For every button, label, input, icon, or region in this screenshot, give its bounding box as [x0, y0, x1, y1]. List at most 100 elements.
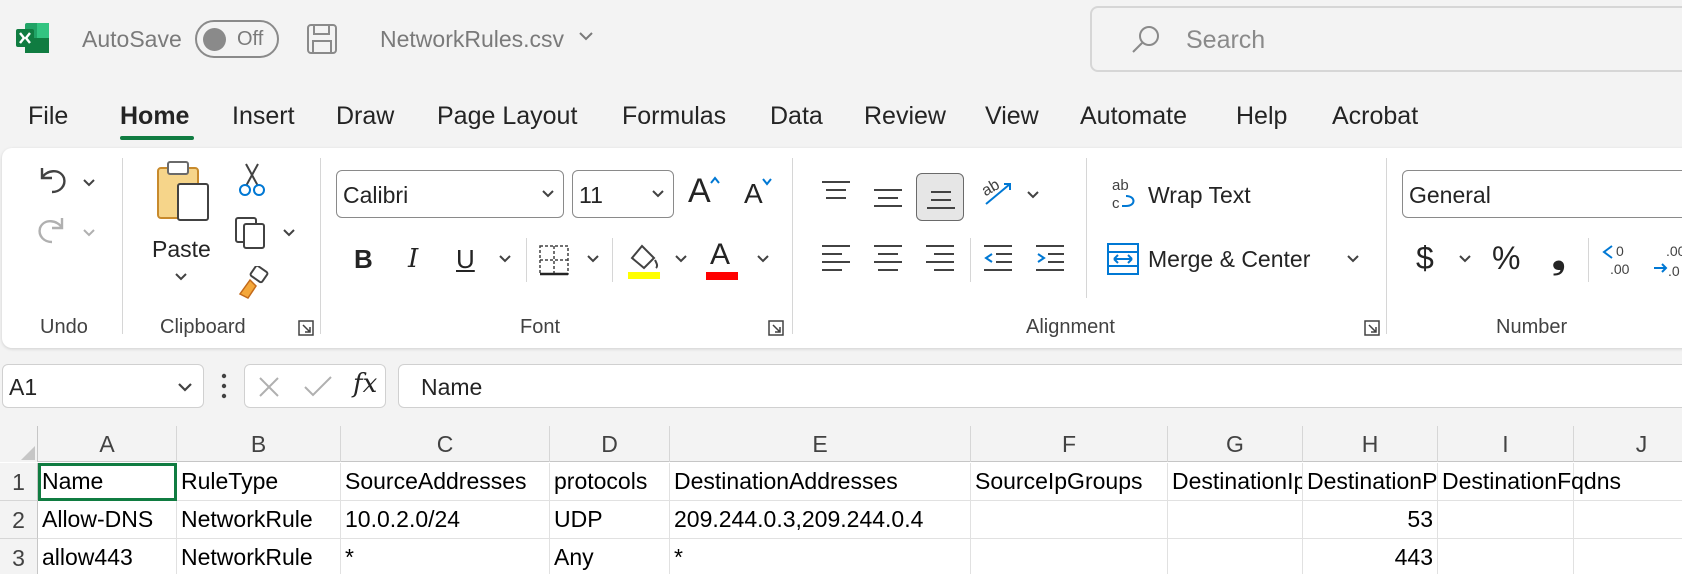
tab-file[interactable]: File: [28, 102, 68, 131]
cell-i2[interactable]: [1438, 501, 1574, 539]
cell-h2[interactable]: 53: [1303, 501, 1438, 539]
redo-icon[interactable]: [34, 212, 70, 248]
currency-dropdown-icon[interactable]: [1458, 254, 1472, 264]
cell-f2[interactable]: [971, 501, 1168, 539]
copy-dropdown-icon[interactable]: [282, 228, 296, 238]
comma-style-icon[interactable]: ❟: [1552, 238, 1565, 277]
cell-b1[interactable]: RuleType: [177, 463, 341, 501]
cell-d3[interactable]: Any: [550, 539, 670, 574]
column-header-e[interactable]: E: [670, 426, 971, 462]
cell-g1[interactable]: DestinationIpGroups: [1168, 463, 1303, 501]
tab-view[interactable]: View: [985, 102, 1039, 131]
tab-help[interactable]: Help: [1236, 102, 1287, 131]
align-right-icon[interactable]: [924, 244, 956, 272]
save-icon[interactable]: [305, 22, 339, 56]
align-bottom-button[interactable]: [916, 173, 964, 221]
decrease-indent-icon[interactable]: [982, 244, 1014, 272]
font-size-combo[interactable]: 11: [572, 170, 674, 218]
percent-icon[interactable]: %: [1492, 240, 1520, 277]
column-header-g[interactable]: G: [1168, 426, 1303, 462]
cell-f3[interactable]: [971, 539, 1168, 574]
number-format-combo[interactable]: General: [1402, 170, 1682, 218]
paste-icon[interactable]: [154, 158, 212, 222]
column-header-d[interactable]: D: [550, 426, 670, 462]
column-header-a[interactable]: A: [38, 426, 177, 462]
orientation-icon[interactable]: ab: [980, 174, 1016, 210]
underline-button[interactable]: U: [456, 244, 475, 275]
currency-icon[interactable]: $: [1416, 240, 1434, 277]
cell-j3[interactable]: [1574, 539, 1682, 574]
cell-g2[interactable]: [1168, 501, 1303, 539]
paste-dropdown-icon[interactable]: [174, 272, 188, 282]
orientation-dropdown-icon[interactable]: [1026, 190, 1040, 200]
cell-c2[interactable]: 10.0.2.0/24: [341, 501, 550, 539]
cell-g3[interactable]: [1168, 539, 1303, 574]
insert-function-icon[interactable]: fx: [353, 369, 377, 399]
font-color-icon[interactable]: A: [710, 238, 730, 272]
cell-c1[interactable]: SourceAddresses: [341, 463, 550, 501]
copy-icon[interactable]: [234, 216, 270, 250]
align-top-icon[interactable]: [820, 180, 852, 204]
undo-icon[interactable]: [34, 162, 70, 198]
excel-logo-icon[interactable]: [16, 22, 50, 54]
cell-d1[interactable]: protocols: [550, 463, 670, 501]
cell-c3[interactable]: *: [341, 539, 550, 574]
cell-i1[interactable]: DestinationFqdns: [1438, 463, 1621, 501]
tab-review[interactable]: Review: [864, 102, 946, 131]
tab-home[interactable]: Home: [120, 102, 189, 131]
cell-h3[interactable]: 443: [1303, 539, 1438, 574]
select-all-corner[interactable]: [0, 426, 38, 462]
tab-acrobat[interactable]: Acrobat: [1332, 102, 1418, 131]
file-name[interactable]: NetworkRules.csv: [380, 26, 564, 53]
tab-insert[interactable]: Insert: [232, 102, 295, 131]
merge-center-dropdown-icon[interactable]: [1346, 254, 1360, 264]
tab-automate[interactable]: Automate: [1080, 102, 1187, 131]
paste-label[interactable]: Paste: [152, 236, 211, 263]
name-box[interactable]: A1: [2, 364, 204, 408]
cell-e3[interactable]: *: [670, 539, 971, 574]
underline-dropdown-icon[interactable]: [498, 254, 512, 264]
search-box[interactable]: Search: [1090, 6, 1682, 72]
merge-center-icon[interactable]: [1106, 242, 1140, 276]
fill-color-icon[interactable]: [626, 240, 662, 280]
increase-decimal-icon[interactable]: 0 .00: [1600, 240, 1636, 280]
row-header-3[interactable]: 3: [0, 539, 38, 574]
row-header-1[interactable]: 1: [0, 463, 38, 501]
cell-i3[interactable]: [1438, 539, 1574, 574]
column-header-j[interactable]: J: [1574, 426, 1682, 462]
font-launcher-icon[interactable]: [768, 320, 784, 336]
column-header-i[interactable]: I: [1438, 426, 1574, 462]
tab-formulas[interactable]: Formulas: [622, 102, 726, 131]
row-header-2[interactable]: 2: [0, 501, 38, 539]
cell-b2[interactable]: NetworkRule: [177, 501, 341, 539]
format-painter-icon[interactable]: [236, 266, 270, 300]
cancel-entry-icon[interactable]: [257, 375, 281, 399]
chevron-down-icon[interactable]: [578, 30, 594, 42]
cell-e1[interactable]: DestinationAddresses: [670, 463, 971, 501]
borders-icon[interactable]: [538, 244, 570, 276]
formula-input[interactable]: Name: [398, 364, 1682, 408]
cell-e2[interactable]: 209.244.0.3,209.244.0.4: [670, 501, 971, 539]
tab-page-layout[interactable]: Page Layout: [437, 102, 577, 131]
column-header-h[interactable]: H: [1303, 426, 1438, 462]
tab-draw[interactable]: Draw: [336, 102, 394, 131]
increase-indent-icon[interactable]: [1034, 244, 1066, 272]
wrap-text-icon[interactable]: ab c: [1110, 176, 1142, 212]
cell-h1[interactable]: DestinationPorts: [1303, 463, 1438, 501]
autosave-toggle[interactable]: Off: [195, 20, 279, 58]
italic-button[interactable]: I: [408, 244, 418, 274]
cell-j2[interactable]: [1574, 501, 1682, 539]
column-header-f[interactable]: F: [971, 426, 1168, 462]
borders-dropdown-icon[interactable]: [586, 254, 600, 264]
undo-dropdown-icon[interactable]: [82, 178, 96, 188]
cell-a2[interactable]: Allow-DNS: [38, 501, 177, 539]
decrease-decimal-icon[interactable]: .00 .0: [1652, 240, 1682, 280]
cut-icon[interactable]: [238, 162, 266, 198]
bold-button[interactable]: B: [354, 244, 373, 275]
more-options-icon[interactable]: [220, 372, 228, 400]
fill-color-dropdown-icon[interactable]: [674, 254, 688, 264]
cell-d2[interactable]: UDP: [550, 501, 670, 539]
enter-check-icon[interactable]: [303, 375, 333, 399]
column-header-c[interactable]: C: [341, 426, 550, 462]
shrink-font-icon[interactable]: A: [744, 178, 763, 210]
